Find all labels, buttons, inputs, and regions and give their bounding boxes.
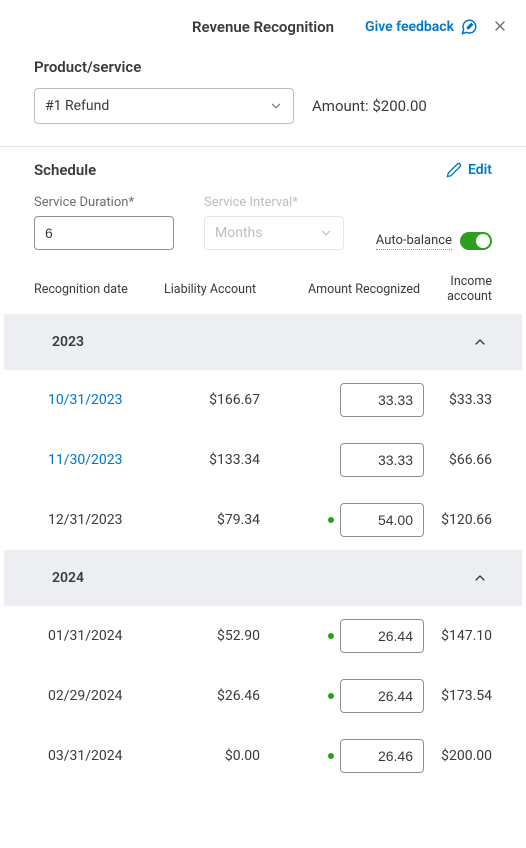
year-label: 2024: [38, 570, 84, 586]
col-recognition-date: Recognition date: [34, 282, 164, 297]
income-value: $66.66: [424, 452, 492, 468]
income-value: $173.54: [424, 688, 492, 704]
chevron-up-icon: [472, 570, 488, 586]
liability-value: $166.67: [164, 392, 284, 408]
recognition-date[interactable]: 11/30/2023: [34, 452, 164, 468]
table-row: 01/31/2024$52.90 $147.10: [0, 606, 526, 666]
chevron-down-icon: [269, 99, 283, 113]
recognition-date: 01/31/2024: [34, 628, 164, 644]
amount-recognized-cell: [284, 503, 424, 537]
amount-recognized-cell: [284, 679, 424, 713]
liability-value: $0.00: [164, 748, 284, 764]
amount-recognized-input[interactable]: [340, 443, 424, 477]
liability-value: $133.34: [164, 452, 284, 468]
chevron-up-icon: [472, 334, 488, 350]
recognition-date: 12/31/2023: [34, 512, 164, 528]
year-label: 2023: [38, 334, 84, 350]
table-row: 02/29/2024$26.46 $173.54: [0, 666, 526, 726]
liability-value: $79.34: [164, 512, 284, 528]
close-button[interactable]: [488, 14, 512, 38]
amount-recognized-input[interactable]: [340, 739, 424, 773]
status-dot-icon: [328, 633, 334, 639]
col-income-account: Income account: [424, 274, 492, 304]
edit-button[interactable]: Edit: [446, 162, 492, 178]
service-interval-label: Service Interval*: [204, 195, 344, 210]
auto-balance-toggle[interactable]: [460, 232, 492, 250]
give-feedback-label: Give feedback: [365, 19, 454, 35]
edit-label: Edit: [468, 162, 492, 178]
income-value: $120.66: [424, 512, 492, 528]
amount-recognized-input[interactable]: [340, 619, 424, 653]
table-row: 12/31/2023$79.34 $120.66: [0, 490, 526, 550]
service-interval-value: Months: [215, 225, 262, 241]
close-icon: [492, 18, 508, 34]
status-dot-icon: [328, 517, 334, 523]
year-row[interactable]: 2023: [4, 314, 522, 370]
year-row[interactable]: 2024: [4, 550, 522, 606]
product-service-label: Product/service: [34, 58, 492, 76]
recognition-date[interactable]: 10/31/2023: [34, 392, 164, 408]
auto-balance-label: Auto-balance: [376, 233, 452, 250]
pencil-icon: [446, 162, 462, 178]
liability-value: $52.90: [164, 628, 284, 644]
service-duration-label: Service Duration*: [34, 195, 174, 210]
chevron-down-icon: [319, 226, 333, 240]
amount-recognized-cell: [284, 619, 424, 653]
amount-label: Amount:: [312, 97, 369, 115]
income-value: $200.00: [424, 748, 492, 764]
recognition-date: 03/31/2024: [34, 748, 164, 764]
table-row: 03/31/2024$0.00 $200.00: [0, 726, 526, 786]
amount-recognized-cell: [284, 739, 424, 773]
amount-recognized-input[interactable]: [340, 679, 424, 713]
product-service-value: #1 Refund: [45, 98, 109, 114]
product-service-select[interactable]: #1 Refund: [34, 88, 294, 124]
income-value: $33.33: [424, 392, 492, 408]
status-dot-icon: [328, 693, 334, 699]
recognition-date: 02/29/2024: [34, 688, 164, 704]
schedule-label: Schedule: [34, 161, 96, 179]
service-duration-input[interactable]: [34, 216, 174, 250]
service-interval-select: Months: [204, 216, 344, 250]
page-title: Revenue Recognition: [192, 18, 334, 36]
feedback-icon: [460, 18, 478, 36]
amount-display: Amount: $200.00: [312, 97, 427, 115]
amount-recognized-cell: [284, 443, 424, 477]
liability-value: $26.46: [164, 688, 284, 704]
col-amount-recognized: Amount Recognized: [284, 282, 424, 297]
amount-recognized-input[interactable]: [340, 383, 424, 417]
table-row: 11/30/2023$133.34 $66.66: [0, 430, 526, 490]
col-liability-account: Liability Account: [164, 282, 284, 297]
table-row: 10/31/2023$166.67 $33.33: [0, 370, 526, 430]
status-dot-icon: [328, 753, 334, 759]
amount-recognized-cell: [284, 383, 424, 417]
amount-recognized-input[interactable]: [340, 503, 424, 537]
income-value: $147.10: [424, 628, 492, 644]
amount-value: $200.00: [372, 97, 427, 115]
give-feedback-link[interactable]: Give feedback: [365, 18, 478, 36]
